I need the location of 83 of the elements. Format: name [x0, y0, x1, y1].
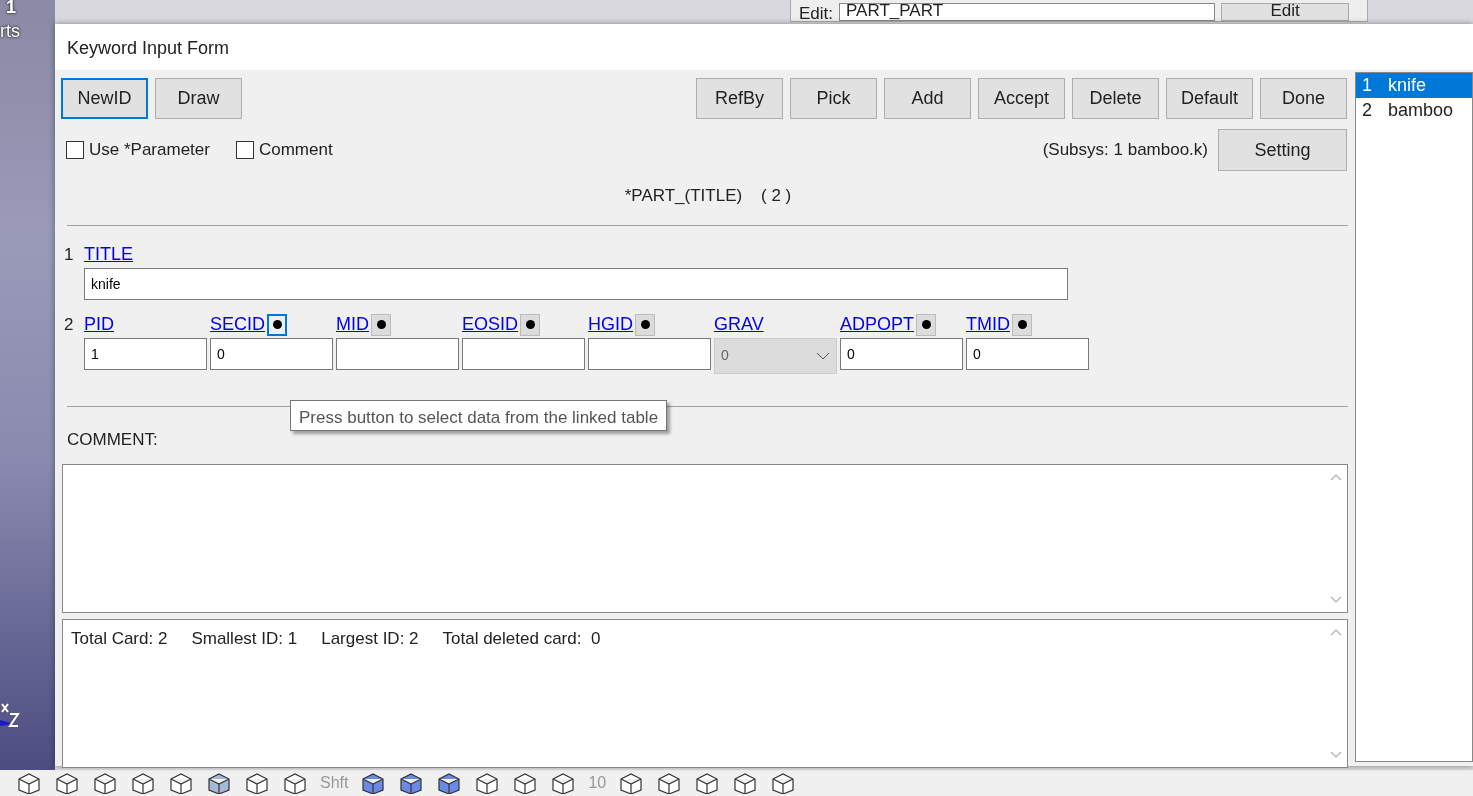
summary-text: Largest ID: 2	[321, 628, 419, 650]
cube-icon[interactable]	[54, 772, 80, 794]
chevron-down-icon	[816, 351, 830, 360]
dialog-button[interactable]: Accept	[978, 78, 1065, 119]
input-field[interactable]	[462, 337, 585, 370]
cube-icon[interactable]	[92, 772, 118, 794]
dropdown-value: 0	[721, 346, 729, 365]
input-field[interactable]	[588, 337, 711, 370]
field-link[interactable]: ADPOPT	[840, 311, 914, 338]
comment-label: COMMENT:	[67, 428, 159, 451]
subsys-text: (Subsys: 1 bamboo.k)	[1042, 139, 1208, 162]
dot-icon	[272, 320, 282, 329]
list-item[interactable]: 2 bamboo	[1356, 98, 1472, 123]
input-field[interactable]: 0	[840, 337, 963, 370]
link-button[interactable]	[916, 313, 936, 336]
cube-icon[interactable]	[244, 772, 270, 794]
dot-icon	[640, 320, 650, 329]
input-field[interactable]: 1	[84, 337, 207, 370]
axis-triad-drawing	[0, 703, 20, 727]
cube-icon[interactable]	[474, 772, 501, 794]
edit-button[interactable]: Edit	[1221, 3, 1350, 21]
dot-icon	[525, 320, 535, 329]
title-field[interactable]: knife	[84, 267, 1068, 300]
input-field[interactable]: 0	[966, 337, 1089, 370]
dot-icon	[921, 320, 931, 329]
id-list[interactable]: 1 knife 2 bamboo	[1355, 72, 1473, 762]
cube-icon[interactable]	[168, 772, 194, 794]
dialog-button[interactable]: Pick	[790, 78, 877, 119]
cube-icon[interactable]	[550, 772, 577, 794]
keyword-heading: *PART_(TITLE) ( 2 )	[624, 185, 792, 207]
field-link[interactable]: EOSID	[462, 311, 518, 338]
cube-icon[interactable]	[618, 772, 645, 794]
viewport-text: rts	[0, 20, 20, 43]
checkbox-label[interactable]: Comment	[258, 137, 333, 163]
card-number: 2	[63, 313, 75, 336]
input-field[interactable]: 0	[210, 337, 333, 370]
cube-icon[interactable]	[130, 772, 156, 794]
dot-icon	[376, 320, 386, 329]
input-field[interactable]	[336, 337, 459, 370]
card-number: 1	[63, 243, 75, 266]
cube-icon[interactable]	[732, 772, 759, 794]
dialog-button[interactable]: Draw	[155, 78, 242, 119]
link-button[interactable]	[267, 313, 287, 336]
setting-button[interactable]: Setting	[1218, 129, 1347, 171]
cube-icon[interactable]	[16, 772, 42, 794]
cube-icon[interactable]	[656, 772, 683, 794]
cube-icon[interactable]	[360, 772, 387, 794]
cube-icon[interactable]	[398, 772, 425, 794]
cube-icon[interactable]	[770, 772, 797, 794]
edit-dropdown[interactable]: PART_PART	[839, 3, 1216, 21]
tooltip: Press button to select data from the linked table	[290, 400, 668, 431]
summary-text: Total Card: 2	[71, 628, 168, 650]
link-button[interactable]	[520, 313, 540, 336]
field-link[interactable]: TITLE	[84, 241, 133, 268]
summary-text: Total deleted card: 0	[442, 628, 601, 650]
cube-icon[interactable]	[282, 772, 308, 794]
list-item[interactable]: 1 knife	[1356, 73, 1472, 98]
cube-icon[interactable]	[694, 772, 721, 794]
field-label: Edit:	[799, 7, 834, 21]
checkbox[interactable]	[66, 141, 84, 159]
dialog-button[interactable]: NewID	[61, 78, 148, 119]
cube-icon[interactable]	[512, 772, 539, 794]
field-link[interactable]: SECID	[210, 311, 265, 338]
link-button[interactable]	[635, 313, 655, 336]
link-button[interactable]	[371, 313, 391, 336]
cube-icon[interactable]	[206, 772, 232, 794]
summary-text: Smallest ID: 1	[191, 628, 298, 650]
field-link[interactable]: MID	[336, 311, 369, 338]
dot-icon	[1017, 320, 1027, 329]
dialog-button[interactable]: Default	[1166, 78, 1253, 119]
window-title: Keyword Input Form	[55, 24, 1473, 70]
dialog-button[interactable]: Delete	[1072, 78, 1159, 119]
field-link[interactable]: TMID	[966, 311, 1010, 338]
checkbox[interactable]	[235, 141, 254, 159]
link-button[interactable]	[1012, 313, 1032, 336]
checkbox-label[interactable]: Use *Parameter	[89, 137, 210, 163]
field-link[interactable]: HGID	[588, 311, 633, 338]
dialog-button[interactable]: RefBy	[696, 78, 783, 119]
field-link[interactable]: PID	[84, 311, 114, 338]
dialog-button[interactable]: Done	[1260, 78, 1347, 119]
dialog-button[interactable]: Add	[884, 78, 971, 119]
viewport-text: 1	[6, 0, 16, 19]
cube-icon[interactable]	[436, 772, 463, 794]
